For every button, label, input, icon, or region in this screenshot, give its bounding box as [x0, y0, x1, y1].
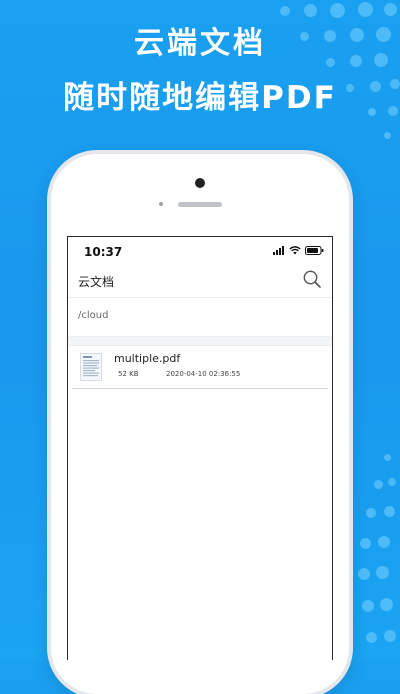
dot-pattern-bottom-right [344, 450, 400, 660]
current-path: /cloud [78, 310, 109, 321]
file-size: 52 KB [118, 370, 139, 378]
phone-screen: 10:37 云文档 /cloud multiple.pdf 52 KB 2020… [67, 236, 333, 660]
status-time: 10:37 [84, 245, 123, 259]
earpiece-speaker [178, 202, 222, 207]
wifi-icon [289, 246, 301, 255]
status-icons [273, 246, 324, 255]
signal-icon [273, 246, 284, 255]
front-camera [195, 178, 205, 188]
promo-headline: 云端文档 [134, 26, 266, 61]
file-modified-date: 2020-04-10 02:36:55 [166, 370, 241, 378]
file-name: multiple.pdf [114, 352, 181, 365]
promo-subheadline: 随时随地编辑PDF [63, 80, 337, 116]
battery-icon [305, 246, 324, 255]
path-breadcrumb: /cloud [68, 297, 332, 336]
status-bar: 10:37 [68, 237, 332, 267]
search-icon[interactable] [302, 269, 322, 289]
pdf-thumbnail-icon [80, 353, 102, 381]
section-divider [68, 336, 332, 346]
file-list-item[interactable]: multiple.pdf 52 KB 2020-04-10 02:36:55 [72, 346, 328, 389]
nav-title: 云文档 [78, 275, 115, 289]
proximity-sensor [159, 202, 163, 206]
navigation-bar: 云文档 [68, 267, 332, 297]
